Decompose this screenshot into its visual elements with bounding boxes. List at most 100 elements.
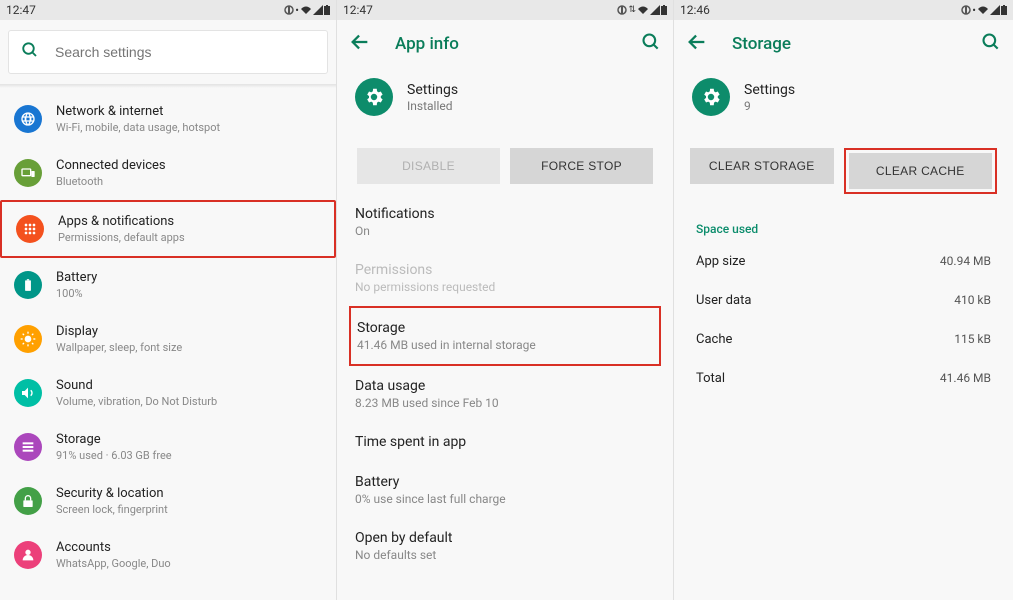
status-icons: • — [961, 4, 1007, 17]
usage-label: User data — [696, 293, 751, 308]
info-sub: No permissions requested — [355, 280, 655, 294]
appbar-title: App info — [395, 34, 641, 54]
button-row: CLEAR STORAGE CLEAR CACHE — [674, 142, 1013, 204]
info-item[interactable]: Storage 41.46 MB used in internal storag… — [349, 306, 661, 366]
storage-icon — [14, 433, 42, 461]
search-button[interactable] — [981, 32, 1001, 56]
appbar-title: Storage — [732, 34, 981, 54]
usage-value: 40.94 MB — [940, 254, 991, 269]
section-label: Space used — [674, 204, 1013, 242]
app-name: Settings — [744, 82, 795, 98]
info-title: Time spent in app — [355, 434, 655, 450]
devices-icon — [14, 159, 42, 187]
battery-icon — [14, 271, 42, 299]
clear-storage-button[interactable]: CLEAR STORAGE — [690, 148, 834, 184]
setting-title: Storage — [56, 432, 172, 447]
button-row: DISABLE FORCE STOP — [337, 142, 673, 194]
setting-sub: Screen lock, fingerprint — [56, 503, 168, 516]
info-sub: On — [355, 224, 655, 238]
setting-item-apps[interactable]: Apps & notifications Permissions, defaul… — [0, 200, 336, 258]
globe-icon — [14, 105, 42, 133]
highlight-box: CLEAR CACHE — [844, 148, 998, 194]
usage-row: User data 410 kB — [674, 281, 1013, 320]
app-status: 9 — [744, 99, 795, 113]
setting-item-devices[interactable]: Connected devices Bluetooth — [0, 146, 336, 200]
status-bar: 12:47 • — [0, 0, 336, 20]
info-list: Notifications On Permissions No permissi… — [337, 194, 673, 574]
usage-label: Total — [696, 371, 725, 386]
setting-sub: 100% — [56, 287, 97, 300]
setting-sub: 91% used · 6.03 GB free — [56, 449, 172, 462]
info-title: Permissions — [355, 262, 655, 278]
info-sub: 8.23 MB used since Feb 10 — [355, 396, 655, 410]
info-sub: 0% use since last full charge — [355, 492, 655, 506]
search-button[interactable] — [641, 32, 661, 56]
accounts-icon — [14, 541, 42, 569]
setting-sub: WhatsApp, Google, Duo — [56, 557, 171, 570]
pane-storage: 12:46 • Storage Settings 9 CLEAR STORAGE… — [674, 0, 1013, 600]
info-item[interactable]: Data usage 8.23 MB used since Feb 10 — [355, 366, 655, 422]
setting-sub: Wallpaper, sleep, font size — [56, 341, 182, 354]
setting-sub: Wi-Fi, mobile, data usage, hotspot — [56, 121, 220, 134]
setting-item-storage[interactable]: Storage 91% used · 6.03 GB free — [0, 420, 336, 474]
disable-button: DISABLE — [357, 148, 500, 184]
search-box[interactable] — [8, 30, 328, 74]
info-title: Notifications — [355, 206, 655, 222]
status-bar: 12:47 ⇅ — [337, 0, 673, 20]
setting-title: Battery — [56, 270, 97, 285]
setting-sub: Permissions, default apps — [58, 231, 185, 244]
app-name: Settings — [407, 82, 458, 98]
info-item: Permissions No permissions requested — [355, 250, 655, 306]
pane-app-info: 12:47 ⇅ App info Settings Installed DISA… — [337, 0, 674, 600]
setting-item-globe[interactable]: Network & internet Wi-Fi, mobile, data u… — [0, 92, 336, 146]
setting-sub: Volume, vibration, Do Not Disturb — [56, 395, 217, 408]
setting-title: Connected devices — [56, 158, 166, 173]
lock-icon — [14, 487, 42, 515]
back-button[interactable] — [686, 31, 708, 57]
setting-item-sound[interactable]: Sound Volume, vibration, Do Not Disturb — [0, 366, 336, 420]
info-sub: No defaults set — [355, 548, 655, 562]
usage-row: Total 41.46 MB — [674, 359, 1013, 398]
info-title: Storage — [357, 320, 653, 336]
usage-label: Cache — [696, 332, 732, 347]
app-header: Settings 9 — [674, 68, 1013, 134]
search-input[interactable] — [55, 44, 315, 60]
info-title: Battery — [355, 474, 655, 490]
usage-value: 115 kB — [954, 332, 991, 347]
sound-icon — [14, 379, 42, 407]
search-row — [0, 20, 336, 84]
setting-item-accounts[interactable]: Accounts WhatsApp, Google, Duo — [0, 528, 336, 582]
info-item[interactable]: Notifications On — [355, 194, 655, 250]
setting-title: Apps & notifications — [58, 214, 185, 229]
usage-value: 410 kB — [954, 293, 991, 308]
info-item[interactable]: Open by default No defaults set — [355, 518, 655, 574]
setting-item-display[interactable]: Display Wallpaper, sleep, font size — [0, 312, 336, 366]
status-time: 12:47 — [343, 3, 373, 17]
info-item[interactable]: Time spent in app — [355, 422, 655, 462]
status-icons: ⇅ — [617, 5, 667, 15]
setting-title: Accounts — [56, 540, 171, 555]
appbar: Storage — [674, 20, 1013, 68]
setting-title: Network & internet — [56, 104, 220, 119]
back-button[interactable] — [349, 31, 371, 57]
apps-icon — [16, 215, 44, 243]
info-item[interactable]: Battery 0% use since last full charge — [355, 462, 655, 518]
search-icon — [21, 41, 39, 63]
info-title: Data usage — [355, 378, 655, 394]
app-status: Installed — [407, 99, 458, 113]
setting-title: Sound — [56, 378, 217, 393]
setting-sub: Bluetooth — [56, 175, 166, 188]
app-header: Settings Installed — [337, 68, 673, 134]
setting-item-lock[interactable]: Security & location Screen lock, fingerp… — [0, 474, 336, 528]
setting-item-battery[interactable]: Battery 100% — [0, 258, 336, 312]
info-sub: 41.46 MB used in internal storage — [357, 338, 653, 352]
appbar: App info — [337, 20, 673, 68]
status-bar: 12:46 • — [674, 0, 1013, 20]
info-title: Open by default — [355, 530, 655, 546]
force-stop-button[interactable]: FORCE STOP — [510, 148, 653, 184]
usage-row: App size 40.94 MB — [674, 242, 1013, 281]
status-time: 12:47 — [6, 3, 36, 17]
clear-cache-button[interactable]: CLEAR CACHE — [849, 153, 993, 189]
usage-value: 41.46 MB — [940, 371, 991, 386]
gear-icon — [355, 78, 393, 116]
